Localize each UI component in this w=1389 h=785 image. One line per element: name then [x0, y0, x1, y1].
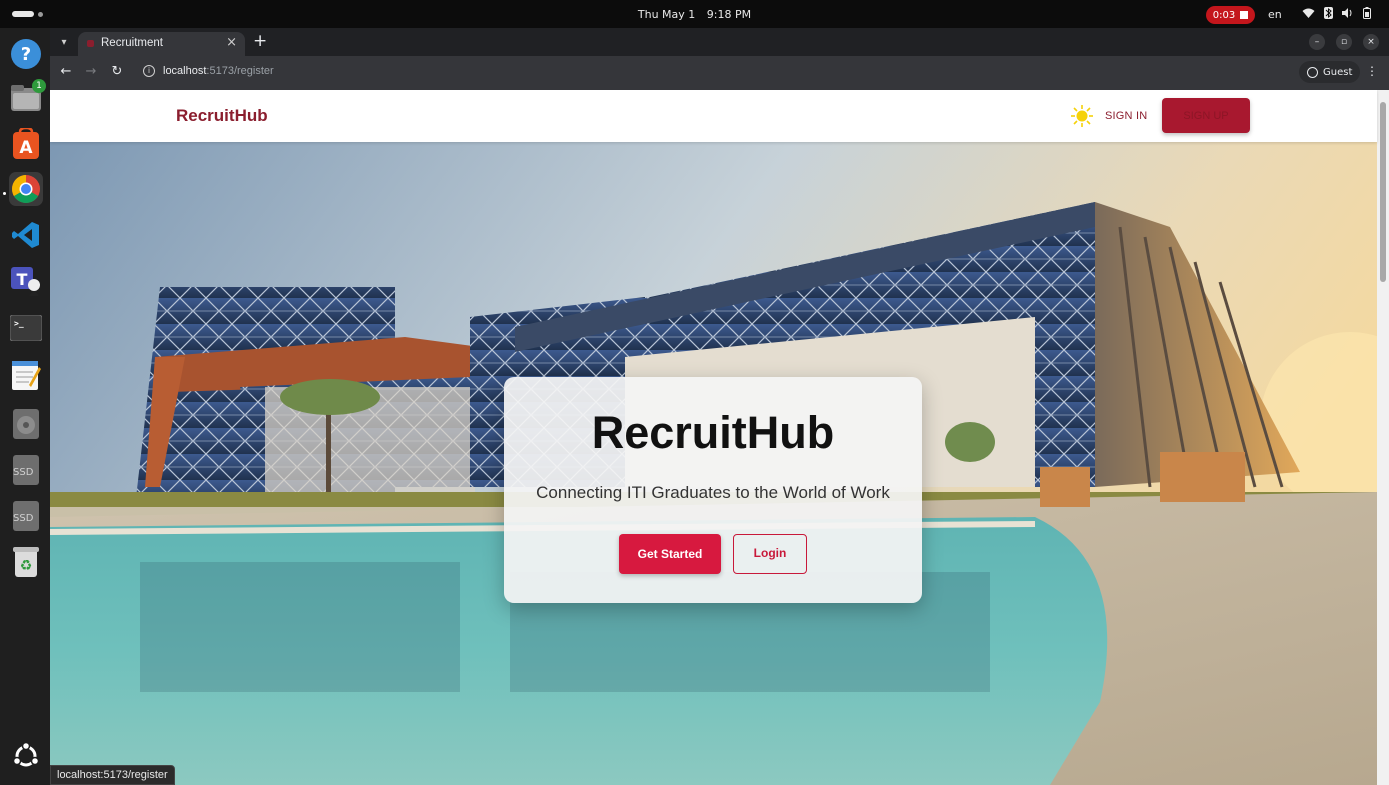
stop-icon — [1240, 11, 1249, 19]
teams-icon[interactable]: T — [9, 264, 43, 298]
svg-text:>_: >_ — [14, 319, 24, 328]
bluetooth-icon — [1324, 7, 1333, 19]
clock-date: Thu May 1 — [637, 8, 696, 21]
site-brand[interactable]: RecruitHub — [176, 106, 268, 126]
clock[interactable]: Thu May 1 9:18 PM — [0, 8, 1389, 21]
hero-subtitle: Connecting ITI Graduates to the World of… — [536, 483, 890, 502]
tab-search-icon[interactable]: ▾ — [55, 34, 73, 52]
screen-recording-indicator[interactable]: 0:03 — [1206, 6, 1255, 24]
minimize-icon[interactable]: – — [1309, 34, 1325, 50]
reload-icon[interactable]: ↻ — [108, 64, 126, 79]
forward-icon[interactable]: → — [82, 64, 100, 79]
browser-window: ▾ Recruitment × + – ▫ × ← → ↻ i localhos… — [50, 28, 1389, 785]
hero-title: RecruitHub — [591, 407, 835, 458]
app-center-icon[interactable]: A — [9, 127, 43, 161]
link-status-url: localhost:5173/register — [50, 765, 175, 785]
theme-toggle-sun-icon[interactable] — [1071, 105, 1093, 127]
ubuntu-apps-icon[interactable] — [9, 739, 43, 773]
new-tab-icon[interactable]: + — [253, 31, 267, 51]
tab-favicon-icon — [87, 40, 94, 47]
nav-signup-button[interactable]: SIGN UP — [1162, 98, 1250, 133]
active-app-indicator — [3, 192, 6, 195]
clock-time: 9:18 PM — [706, 8, 752, 21]
ssd-drive-icon[interactable]: SSD — [9, 453, 43, 487]
disk-icon[interactable] — [9, 407, 43, 441]
scrollbar-thumb[interactable] — [1380, 102, 1386, 282]
browser-toolbar: ← → ↻ i localhost:5173/register Guest ⋮ — [50, 56, 1389, 90]
profile-icon — [1307, 66, 1318, 78]
system-status-area[interactable] — [1302, 7, 1371, 19]
hero-card: RecruitHub Connecting ITI Graduates to t… — [504, 377, 922, 603]
battery-icon — [1363, 7, 1371, 19]
volume-icon — [1342, 8, 1352, 18]
svg-text:T: T — [17, 270, 28, 289]
ssd-label: SSD — [13, 513, 34, 524]
text-editor-icon[interactable] — [9, 358, 43, 392]
back-icon[interactable]: ← — [57, 64, 75, 79]
profile-button[interactable]: Guest — [1299, 61, 1361, 83]
get-started-button[interactable]: Get Started — [619, 534, 721, 574]
url-host: localhost — [163, 65, 207, 77]
svg-text:?: ? — [21, 44, 31, 65]
browser-menu-icon[interactable]: ⋮ — [1366, 64, 1378, 78]
help-icon[interactable]: ? — [9, 37, 43, 71]
tab-recruitment[interactable]: Recruitment × — [78, 32, 245, 56]
login-button[interactable]: Login — [733, 534, 807, 574]
close-window-icon[interactable]: × — [1363, 34, 1379, 50]
url-path: :5173/register — [206, 65, 274, 77]
dock: ? 1 A T >_ SSD SSD ♻ — [0, 28, 50, 785]
files-badge: 1 — [32, 79, 46, 93]
chrome-icon[interactable] — [9, 172, 43, 206]
ssd-drive-icon[interactable]: SSD — [9, 499, 43, 533]
tab-title: Recruitment — [101, 37, 163, 49]
terminal-icon[interactable]: >_ — [9, 311, 43, 345]
hero-section: RecruitHub Connecting ITI Graduates to t… — [50, 142, 1377, 785]
nav-signin-link[interactable]: SIGN IN — [1105, 110, 1147, 122]
svg-text:A: A — [19, 138, 33, 158]
recording-time: 0:03 — [1212, 9, 1236, 21]
wifi-icon — [1302, 8, 1315, 18]
close-tab-icon[interactable]: × — [226, 35, 237, 50]
files-icon[interactable]: 1 — [9, 79, 46, 115]
profile-label: Guest — [1323, 66, 1353, 78]
ssd-label: SSD — [13, 467, 34, 478]
page-viewport: RecruitHub SIGN IN SIGN UP RecruitHub Co… — [50, 90, 1389, 785]
trash-icon[interactable]: ♻ — [9, 545, 43, 579]
svg-text:♻: ♻ — [20, 558, 33, 574]
url-text: localhost:5173/register — [163, 65, 274, 77]
restore-icon[interactable]: ▫ — [1336, 34, 1352, 50]
site-info-icon[interactable]: i — [143, 65, 155, 77]
vscode-icon[interactable] — [9, 218, 43, 252]
system-top-bar: Thu May 1 9:18 PM 0:03 en — [0, 0, 1389, 28]
address-bar[interactable]: i localhost:5173/register — [136, 60, 1286, 84]
tab-strip: ▾ Recruitment × + – ▫ × — [50, 28, 1389, 56]
site-navbar: RecruitHub SIGN IN SIGN UP — [50, 90, 1377, 142]
input-language[interactable]: en — [1268, 8, 1282, 21]
page-scrollbar[interactable] — [1377, 90, 1389, 785]
